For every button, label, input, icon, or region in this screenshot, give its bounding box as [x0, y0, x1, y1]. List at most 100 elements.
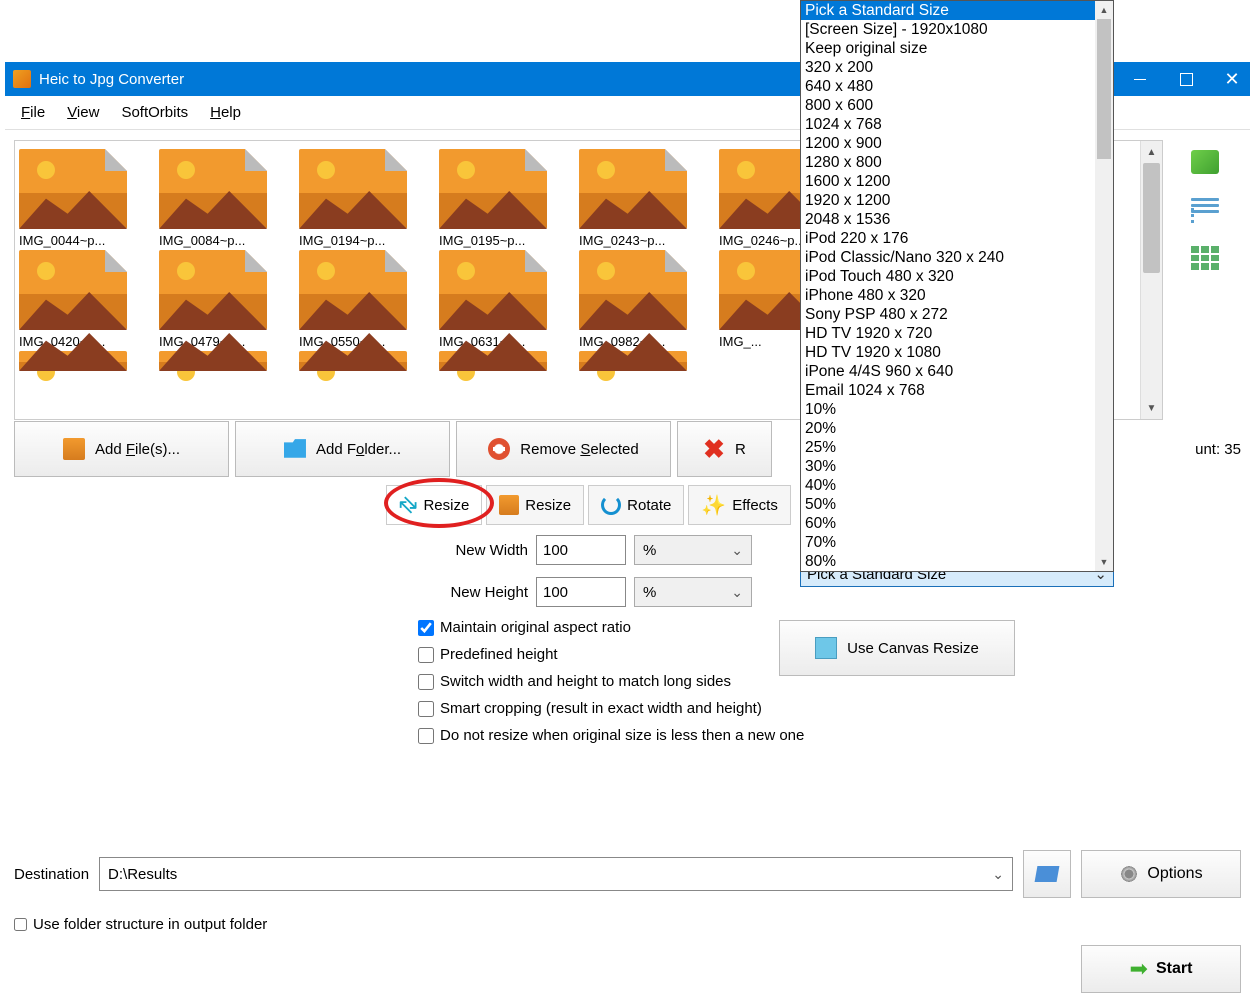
menu-help[interactable]: Help	[200, 100, 251, 125]
x-icon: ✖	[703, 434, 725, 465]
dropdown-option[interactable]: Email 1024 x 768	[801, 381, 1113, 400]
browse-button[interactable]	[1023, 850, 1071, 898]
remove-selected-button[interactable]: Remove Selected	[456, 421, 671, 477]
tab-resize[interactable]: ⇄ Resize	[386, 485, 482, 525]
dropdown-option[interactable]: [Screen Size] - 1920x1080	[801, 20, 1113, 39]
grid-view-icon[interactable]	[1191, 246, 1219, 270]
thumbnail-view-icon[interactable]	[1191, 150, 1219, 174]
scroll-up-icon[interactable]: ▲	[1141, 141, 1162, 163]
thumbnail-item[interactable]: IMG_0479~p...	[159, 250, 279, 349]
tab-effects[interactable]: ✨ Effects	[688, 485, 791, 525]
menu-file[interactable]: File	[11, 100, 55, 125]
dropdown-option[interactable]: 800 x 600	[801, 96, 1113, 115]
thumbnail-item[interactable]: IMG_0982~p...	[579, 250, 699, 349]
thumbnail-label: IMG_0194~p...	[299, 233, 419, 248]
tab-resize-image[interactable]: Resize	[486, 485, 584, 525]
dropdown-option[interactable]: 80%	[801, 552, 1113, 571]
close-button[interactable]: ✕	[1209, 62, 1255, 96]
no-resize-checkbox[interactable]	[418, 728, 434, 744]
dropdown-option[interactable]: 40%	[801, 476, 1113, 495]
thumbnail-item[interactable]: IMG_0243~p...	[579, 149, 699, 248]
thumbnail-label: IMG_0243~p...	[579, 233, 699, 248]
destination-input[interactable]: D:\Results	[99, 857, 1013, 891]
remove-icon	[488, 438, 510, 460]
dropdown-option[interactable]: Pick a Standard Size	[801, 1, 1113, 20]
file-icon	[63, 438, 85, 460]
list-view-icon[interactable]	[1191, 198, 1219, 222]
add-files-button[interactable]: Add File(s)...	[14, 421, 229, 477]
thumbnail-item[interactable]: IMG_0550~p...	[299, 250, 419, 349]
scroll-down-icon[interactable]: ▼	[1141, 397, 1162, 419]
dropdown-option[interactable]: Keep original size	[801, 39, 1113, 58]
browse-folder-icon	[1035, 866, 1060, 882]
menu-softorbits[interactable]: SoftOrbits	[111, 100, 198, 125]
view-switcher	[1191, 150, 1219, 270]
folder-icon	[284, 438, 306, 460]
count-label: unt: 35	[1195, 441, 1241, 458]
canvas-resize-button[interactable]: Use Canvas Resize	[779, 620, 1015, 676]
gear-icon	[1119, 864, 1139, 884]
thumbnail-label: IMG_0195~p...	[439, 233, 559, 248]
new-height-label: New Height	[418, 584, 528, 601]
dropdown-option[interactable]: 1920 x 1200	[801, 191, 1113, 210]
thumbnail-item[interactable]: IMG_0420~p...	[19, 250, 139, 349]
bottom-bar: Destination D:\Results Options Use folde…	[14, 850, 1241, 993]
width-unit-select[interactable]: %	[634, 535, 752, 565]
dropdown-option[interactable]: 60%	[801, 514, 1113, 533]
predefined-height-checkbox[interactable]	[418, 647, 434, 663]
dropdown-option[interactable]: 70%	[801, 533, 1113, 552]
dd-scroll-thumb[interactable]	[1097, 19, 1111, 159]
menu-view[interactable]: View	[57, 100, 109, 125]
dropdown-option[interactable]: iPod Classic/Nano 320 x 240	[801, 248, 1113, 267]
dropdown-option[interactable]: 1600 x 1200	[801, 172, 1113, 191]
thumbnail-item[interactable]: IMG_0044~p...	[19, 149, 139, 248]
destination-label: Destination	[14, 866, 89, 883]
scroll-thumb[interactable]	[1143, 163, 1160, 273]
dropdown-option[interactable]: Sony PSP 480 x 272	[801, 305, 1113, 324]
dropdown-option[interactable]: iPod Touch 480 x 320	[801, 267, 1113, 286]
thumbnail-item[interactable]: IMG_0084~p...	[159, 149, 279, 248]
thumbs-scrollbar[interactable]: ▲ ▼	[1140, 141, 1162, 419]
thumbnail-item[interactable]: IMG_0194~p...	[299, 149, 419, 248]
dropdown-option[interactable]: 30%	[801, 457, 1113, 476]
thumbnail-item[interactable]: IMG_0631~p...	[439, 250, 559, 349]
remove-all-button[interactable]: ✖ R	[677, 421, 772, 477]
dropdown-scrollbar[interactable]: ▲ ▼	[1095, 1, 1113, 571]
new-width-input[interactable]	[536, 535, 626, 565]
dropdown-option[interactable]: 1024 x 768	[801, 115, 1113, 134]
maintain-aspect-checkbox[interactable]	[418, 620, 434, 636]
dropdown-option[interactable]: 640 x 480	[801, 77, 1113, 96]
new-height-input[interactable]	[536, 577, 626, 607]
dropdown-option[interactable]: 2048 x 1536	[801, 210, 1113, 229]
dropdown-option[interactable]: iPone 4/4S 960 x 640	[801, 362, 1113, 381]
dropdown-option[interactable]: 25%	[801, 438, 1113, 457]
dd-scroll-up-icon[interactable]: ▲	[1095, 1, 1113, 19]
minimize-button[interactable]	[1117, 62, 1163, 96]
thumbnail-item[interactable]: IMG_0195~p...	[439, 149, 559, 248]
dropdown-option[interactable]: iPod 220 x 176	[801, 229, 1113, 248]
maximize-button[interactable]	[1163, 62, 1209, 96]
dropdown-option[interactable]: 20%	[801, 419, 1113, 438]
switch-wh-checkbox[interactable]	[418, 674, 434, 690]
options-button[interactable]: Options	[1081, 850, 1241, 898]
smart-crop-checkbox[interactable]	[418, 701, 434, 717]
start-button[interactable]: ➡Start	[1081, 945, 1241, 993]
dropdown-option[interactable]: 1280 x 800	[801, 153, 1113, 172]
dropdown-option[interactable]: 50%	[801, 495, 1113, 514]
effects-icon: ✨	[701, 493, 726, 518]
dropdown-option[interactable]: iPhone 480 x 320	[801, 286, 1113, 305]
thumbnail-label: IMG_0044~p...	[19, 233, 139, 248]
add-folder-button[interactable]: Add Folder...	[235, 421, 450, 477]
dropdown-option[interactable]: 1200 x 900	[801, 134, 1113, 153]
thumbnail-label: IMG_0084~p...	[159, 233, 279, 248]
resize-arrow-icon: ⇄	[393, 489, 424, 520]
dd-scroll-down-icon[interactable]: ▼	[1095, 553, 1113, 571]
dropdown-option[interactable]: 10%	[801, 400, 1113, 419]
standard-size-dropdown[interactable]: Pick a Standard Size[Screen Size] - 1920…	[800, 0, 1114, 572]
dropdown-option[interactable]: HD TV 1920 x 720	[801, 324, 1113, 343]
folder-structure-checkbox[interactable]	[14, 918, 27, 931]
tab-rotate[interactable]: Rotate	[588, 485, 684, 525]
dropdown-option[interactable]: 320 x 200	[801, 58, 1113, 77]
dropdown-option[interactable]: HD TV 1920 x 1080	[801, 343, 1113, 362]
height-unit-select[interactable]: %	[634, 577, 752, 607]
